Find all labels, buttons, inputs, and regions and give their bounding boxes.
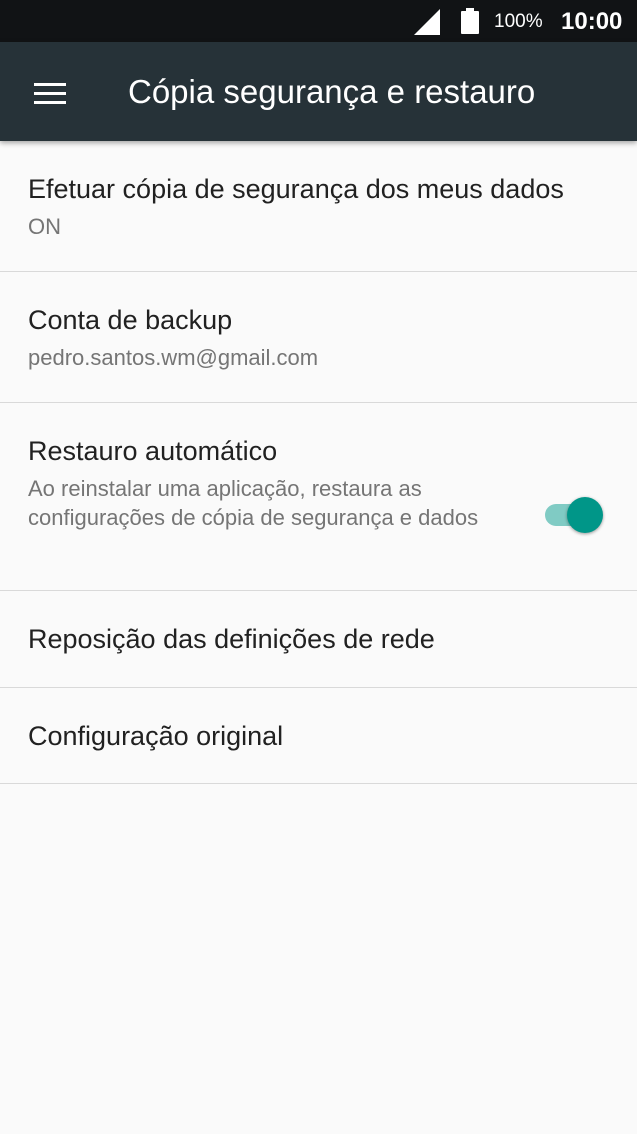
setting-title: Configuração original xyxy=(28,721,284,751)
battery-icon xyxy=(461,8,479,34)
toggle-thumb xyxy=(567,497,603,533)
backup-data-setting[interactable]: Efetuar cópia de segurança dos meus dado… xyxy=(0,141,637,272)
clock: 10:00 xyxy=(561,8,623,35)
backup-account-setting[interactable]: Conta de backup pedro.santos.wm@gmail.co… xyxy=(0,272,637,403)
setting-subtitle: pedro.santos.wm@gmail.com xyxy=(28,345,319,370)
battery-percentage: 100% xyxy=(494,11,543,32)
page-title: Cópia segurança e restauro xyxy=(128,73,536,110)
factory-reset-setting[interactable]: Configuração original xyxy=(0,688,637,784)
settings-list: Efetuar cópia de segurança dos meus dado… xyxy=(0,141,637,784)
app-bar: Cópia segurança e restauro xyxy=(0,42,637,141)
setting-subtitle: Ao reinstalar uma aplicação, restaura as… xyxy=(28,476,479,530)
status-bar: 100% 10:00 xyxy=(0,0,637,42)
network-reset-setting[interactable]: Reposição das definições de rede xyxy=(0,591,637,688)
cell-signal-icon xyxy=(414,9,440,35)
setting-subtitle: ON xyxy=(28,214,61,239)
setting-title: Reposição das definições de rede xyxy=(28,624,435,654)
setting-title: Efetuar cópia de segurança dos meus dado… xyxy=(28,174,564,204)
setting-title: Conta de backup xyxy=(28,305,233,335)
auto-restore-setting[interactable]: Restauro automático Ao reinstalar uma ap… xyxy=(0,403,637,591)
hamburger-menu-icon[interactable] xyxy=(24,70,74,112)
setting-title: Restauro automático xyxy=(28,436,278,466)
auto-restore-toggle[interactable] xyxy=(545,495,605,535)
